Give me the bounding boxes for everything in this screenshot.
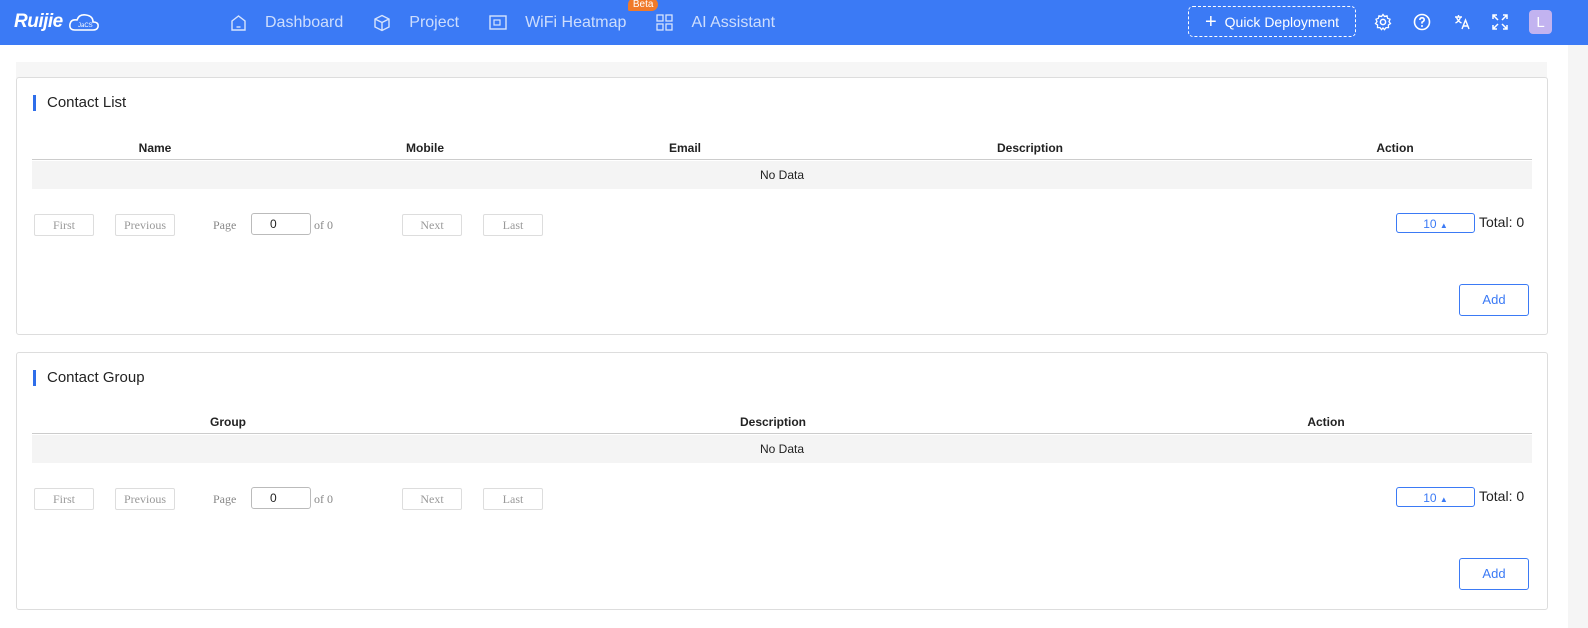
main-nav: Dashboard Project WiFi Heatmap Beta AI A… [230, 0, 805, 45]
contact-group-table-header: Group Description Action [32, 410, 1532, 434]
page-size-select[interactable]: 10 ▲ [1396, 487, 1475, 507]
page-number-input[interactable]: 0 [251, 487, 311, 509]
quick-deployment-button[interactable]: + Quick Deployment [1188, 6, 1356, 37]
add-group-button[interactable]: Add [1459, 558, 1529, 590]
column-header-description[interactable]: Description [997, 141, 1063, 155]
last-page-button[interactable]: Last [483, 488, 543, 510]
total-count: Total: 0 [1479, 488, 1525, 504]
contact-list-table-header: Name Mobile Email Description Action [32, 136, 1532, 160]
contact-group-card: Contact Group Group Description Action N… [16, 352, 1548, 610]
column-header-description[interactable]: Description [740, 415, 806, 429]
next-page-button[interactable]: Next [402, 488, 462, 510]
contact-list-no-data: No Data [32, 161, 1532, 189]
nav-project[interactable]: Project [373, 14, 459, 32]
caret-up-icon: ▲ [1439, 495, 1448, 504]
page-label: Page [213, 492, 237, 506]
grid-icon [656, 14, 674, 31]
nav-wifi-heatmap[interactable]: WiFi Heatmap Beta [489, 0, 659, 32]
contact-group-no-data: No Data [32, 435, 1532, 463]
nav-wifi-heatmap-label: WiFi Heatmap [525, 13, 627, 31]
nav-project-label: Project [409, 13, 460, 31]
column-header-email[interactable]: Email [669, 141, 701, 155]
heatmap-icon [489, 14, 507, 30]
nav-dashboard-label: Dashboard [265, 13, 344, 31]
contact-list-card: Contact List Name Mobile Email Descripti… [16, 77, 1548, 335]
caret-up-icon: ▲ [1439, 221, 1448, 230]
column-header-group[interactable]: Group [210, 415, 246, 429]
beta-badge: Beta [627, 0, 659, 11]
cloud-logo-icon: JaCS [67, 12, 101, 32]
logo-sub-text: JaCS [78, 23, 93, 29]
page-size-value: 10 [1423, 217, 1437, 231]
first-page-button[interactable]: First [34, 488, 94, 510]
help-icon[interactable] [1412, 12, 1432, 32]
contact-list-title: Contact List [33, 95, 126, 111]
nav-ai-assistant[interactable]: AI Assistant [656, 14, 775, 32]
ruijie-logo[interactable]: Ruijie JaCS [14, 9, 101, 35]
fullscreen-icon[interactable] [1490, 12, 1510, 32]
page-of-label: of 0 [314, 218, 333, 232]
vertical-scrollbar[interactable] [1568, 45, 1588, 628]
add-contact-button[interactable]: Add [1459, 284, 1529, 316]
user-avatar[interactable]: L [1529, 10, 1552, 34]
top-divider-strip [16, 62, 1547, 78]
nav-ai-assistant-label: AI Assistant [691, 13, 776, 31]
page-label: Page [213, 218, 237, 232]
page-number-input[interactable]: 0 [251, 213, 311, 235]
column-header-action: Action [1307, 415, 1345, 429]
nav-dashboard[interactable]: Dashboard [230, 14, 343, 32]
home-icon [231, 14, 246, 31]
contact-group-title: Contact Group [33, 370, 145, 386]
cube-icon [374, 14, 390, 31]
plus-icon: + [1204, 10, 1217, 33]
settings-gear-icon[interactable] [1373, 12, 1393, 32]
main-content: Contact List Name Mobile Email Descripti… [0, 45, 1588, 628]
page-size-select[interactable]: 10 ▲ [1396, 213, 1475, 233]
logo-text: Ruijie [14, 11, 63, 32]
previous-page-button[interactable]: Previous [115, 488, 175, 510]
page-of-label: of 0 [314, 492, 333, 506]
translate-icon[interactable] [1452, 12, 1472, 32]
previous-page-button[interactable]: Previous [115, 214, 175, 236]
next-page-button[interactable]: Next [402, 214, 462, 236]
total-count: Total: 0 [1479, 214, 1525, 230]
top-navigation-bar: Ruijie JaCS Dashboard Project WiFi Heatm… [0, 0, 1588, 45]
quick-deployment-label: Quick Deployment [1224, 13, 1340, 30]
first-page-button[interactable]: First [34, 214, 94, 236]
column-header-name[interactable]: Name [139, 141, 172, 155]
column-header-mobile[interactable]: Mobile [406, 141, 444, 155]
page-size-value: 10 [1423, 491, 1437, 505]
last-page-button[interactable]: Last [483, 214, 543, 236]
column-header-action: Action [1376, 141, 1414, 155]
